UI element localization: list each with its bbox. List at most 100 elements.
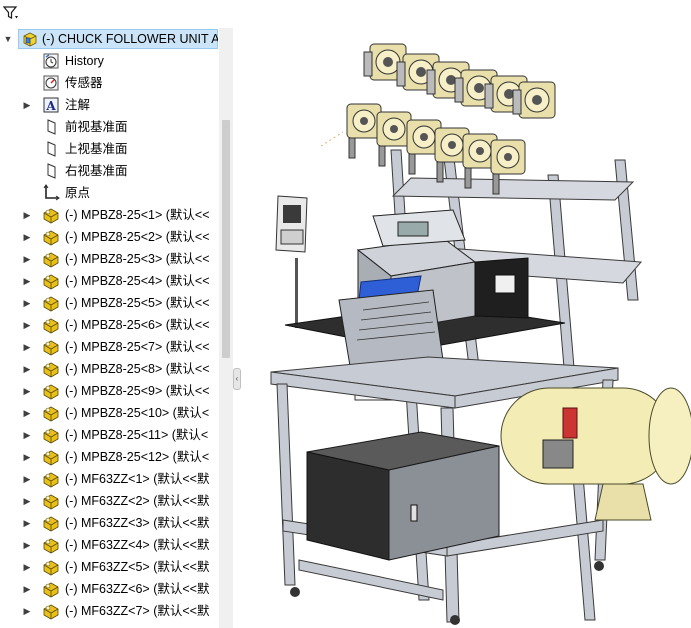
part-icon — [42, 536, 60, 554]
assembly-icon — [23, 32, 37, 47]
tree-root-row[interactable]: ▼ (-) CHUCK FOLLOWER UNIT A — [0, 28, 220, 50]
tree-item[interactable]: ▶ (-) MPBZ8-25<6> (默认<< — [0, 314, 220, 336]
expand-arrow-icon[interactable]: ▶ — [22, 561, 32, 573]
tree-item-label: (-) MPBZ8-25<8> (默认<< — [65, 362, 210, 376]
tree-item-label: 前视基准面 — [65, 120, 128, 134]
tree-item[interactable]: ▶ (-) MPBZ8-25<7> (默认<< — [0, 336, 220, 358]
tree-item[interactable]: ▶ (-) MF63ZZ<3> (默认<<默 — [0, 512, 220, 534]
annotation-icon: A — [42, 96, 60, 114]
part-icon — [42, 316, 60, 334]
part-icon — [42, 558, 60, 576]
part-icon — [42, 426, 60, 444]
tree-item[interactable]: ▶ (-) MF63ZZ<2> (默认<<默 — [0, 490, 220, 512]
expand-arrow-icon[interactable]: ▶ — [22, 231, 32, 243]
collapse-panel-handle[interactable]: ‹ — [233, 368, 241, 390]
control-panel — [275, 195, 308, 328]
tree-item-label: (-) MPBZ8-25<9> (默认<< — [65, 384, 210, 398]
expand-arrow-icon[interactable]: ▶ — [22, 517, 32, 529]
expand-arrow-icon[interactable]: ▶ — [22, 297, 32, 309]
part-icon — [42, 382, 60, 400]
tree-item-label: (-) MF63ZZ<2> (默认<<默 — [65, 494, 210, 508]
expand-arrow-icon[interactable]: ▶ — [22, 363, 32, 375]
tree-item[interactable]: ▶ (-) MPBZ8-25<12> (默认< — [0, 446, 220, 468]
expand-arrow-icon[interactable]: ▶ — [22, 605, 32, 617]
tree-item-label: (-) MPBZ8-25<3> (默认<< — [65, 252, 210, 266]
plane-icon — [42, 162, 60, 180]
control-box — [306, 431, 500, 561]
tree-item-label: (-) MF63ZZ<6> (默认<<默 — [65, 582, 210, 596]
tree-scrollbar[interactable] — [219, 28, 233, 628]
part-icon — [42, 580, 60, 598]
tree-item[interactable]: 传感器 — [0, 72, 220, 94]
tree-item-label: 原点 — [65, 186, 91, 200]
tree-item[interactable]: ▶ (-) MPBZ8-25<4> (默认<< — [0, 270, 220, 292]
tree-item-label: (-) MPBZ8-25<7> (默认<< — [65, 340, 210, 354]
plane-icon — [42, 140, 60, 158]
tree-item[interactable]: ▶ (-) MF63ZZ<5> (默认<<默 — [0, 556, 220, 578]
tree-item[interactable]: ▶ (-) MPBZ8-25<2> (默认<< — [0, 226, 220, 248]
tree-item-label: (-) MPBZ8-25<12> (默认< — [65, 450, 210, 464]
part-icon — [42, 250, 60, 268]
tree-item[interactable]: ▶ (-) MPBZ8-25<5> (默认<< — [0, 292, 220, 314]
part-icon — [42, 470, 60, 488]
tree-item[interactable]: ▶ (-) MF63ZZ<4> (默认<<默 — [0, 534, 220, 556]
tree-item-label: 右视基准面 — [65, 164, 128, 178]
tree-item[interactable]: ▶ (-) MF63ZZ<1> (默认<<默 — [0, 468, 220, 490]
tree-item[interactable]: ▶ A 注解 — [0, 94, 220, 116]
tree-item-label: (-) MF63ZZ<3> (默认<<默 — [65, 516, 210, 530]
tree-item[interactable]: ▶ (-) MPBZ8-25<1> (默认<< — [0, 204, 220, 226]
expand-arrow-icon[interactable]: ▶ — [22, 473, 32, 485]
tree-item-label: 上视基准面 — [65, 142, 128, 156]
part-icon — [42, 602, 60, 620]
tree-item[interactable]: ▶ (-) MPBZ8-25<10> (默认< — [0, 402, 220, 424]
expand-arrow-icon[interactable]: ▶ — [22, 407, 32, 419]
tree-item[interactable]: ▶ (-) MF63ZZ<6> (默认<<默 — [0, 578, 220, 600]
tree-item[interactable]: ▶ (-) MPBZ8-25<3> (默认<< — [0, 248, 220, 270]
expand-arrow-icon[interactable]: ▶ — [22, 429, 32, 441]
tree-item[interactable]: ▶ (-) MPBZ8-25<11> (默认< — [0, 424, 220, 446]
scrollbar-thumb[interactable] — [222, 120, 230, 358]
tree-item[interactable]: 前视基准面 — [0, 116, 220, 138]
tree-item-label: (-) MF63ZZ<1> (默认<<默 — [65, 472, 210, 486]
expand-arrow-icon[interactable]: ▶ — [22, 495, 32, 507]
plane-icon — [42, 118, 60, 136]
tree-item-label: (-) MPBZ8-25<11> (默认< — [65, 428, 209, 442]
tree-item[interactable]: ▶ (-) MPBZ8-25<8> (默认<< — [0, 358, 220, 380]
expand-arrow-icon[interactable]: ▶ — [22, 385, 32, 397]
tree-item-label: (-) MPBZ8-25<6> (默认<< — [65, 318, 210, 332]
expand-arrow-icon[interactable]: ▶ — [22, 275, 32, 287]
feature-manager-tree: ▼ (-) CHUCK FOLLOWER UNIT A History 传感器 ▶ A… — [0, 0, 234, 628]
part-icon — [42, 338, 60, 356]
sensor-icon — [42, 74, 60, 92]
filter-icon[interactable] — [3, 5, 19, 21]
origin-icon — [42, 184, 60, 202]
expand-arrow-icon[interactable]: ▶ — [22, 583, 32, 595]
history-icon — [42, 52, 60, 70]
expand-arrow-icon[interactable]: ▶ — [22, 253, 32, 265]
tree-item[interactable]: ▶ (-) MPBZ8-25<9> (默认<< — [0, 380, 220, 402]
expand-arrow-icon[interactable]: ▶ — [22, 451, 32, 463]
tree-item[interactable]: History — [0, 50, 220, 72]
tree-item-label: (-) MPBZ8-25<5> (默认<< — [65, 296, 210, 310]
expand-arrow-icon[interactable]: ▶ — [22, 539, 32, 551]
expand-arrow-icon[interactable]: ▶ — [22, 209, 32, 221]
expand-arrow-icon[interactable]: ▶ — [22, 99, 32, 111]
expand-arrow-icon[interactable]: ▶ — [22, 341, 32, 353]
graphics-viewport[interactable] — [243, 0, 691, 628]
tree-item[interactable]: ▶ (-) MF63ZZ<7> (默认<<默 — [0, 600, 220, 622]
expand-arrow-icon[interactable]: ▶ — [22, 319, 32, 331]
panel-splitter[interactable] — [233, 0, 243, 628]
tree-item-label: (-) MPBZ8-25<1> (默认<< — [65, 208, 210, 222]
part-icon — [42, 448, 60, 466]
part-icon — [42, 492, 60, 510]
assembly-model-view — [270, 43, 691, 625]
tree-item-label: (-) MPBZ8-25<10> (默认< — [65, 406, 210, 420]
tree-item-label: (-) MPBZ8-25<4> (默认<< — [65, 274, 210, 288]
part-icon — [42, 206, 60, 224]
tree-item[interactable]: 上视基准面 — [0, 138, 220, 160]
tree-item-label: History — [65, 54, 104, 68]
tree-item[interactable]: 右视基准面 — [0, 160, 220, 182]
part-icon — [42, 228, 60, 246]
collapse-arrow-icon[interactable]: ▼ — [3, 33, 13, 45]
tree-item[interactable]: 原点 — [0, 182, 220, 204]
